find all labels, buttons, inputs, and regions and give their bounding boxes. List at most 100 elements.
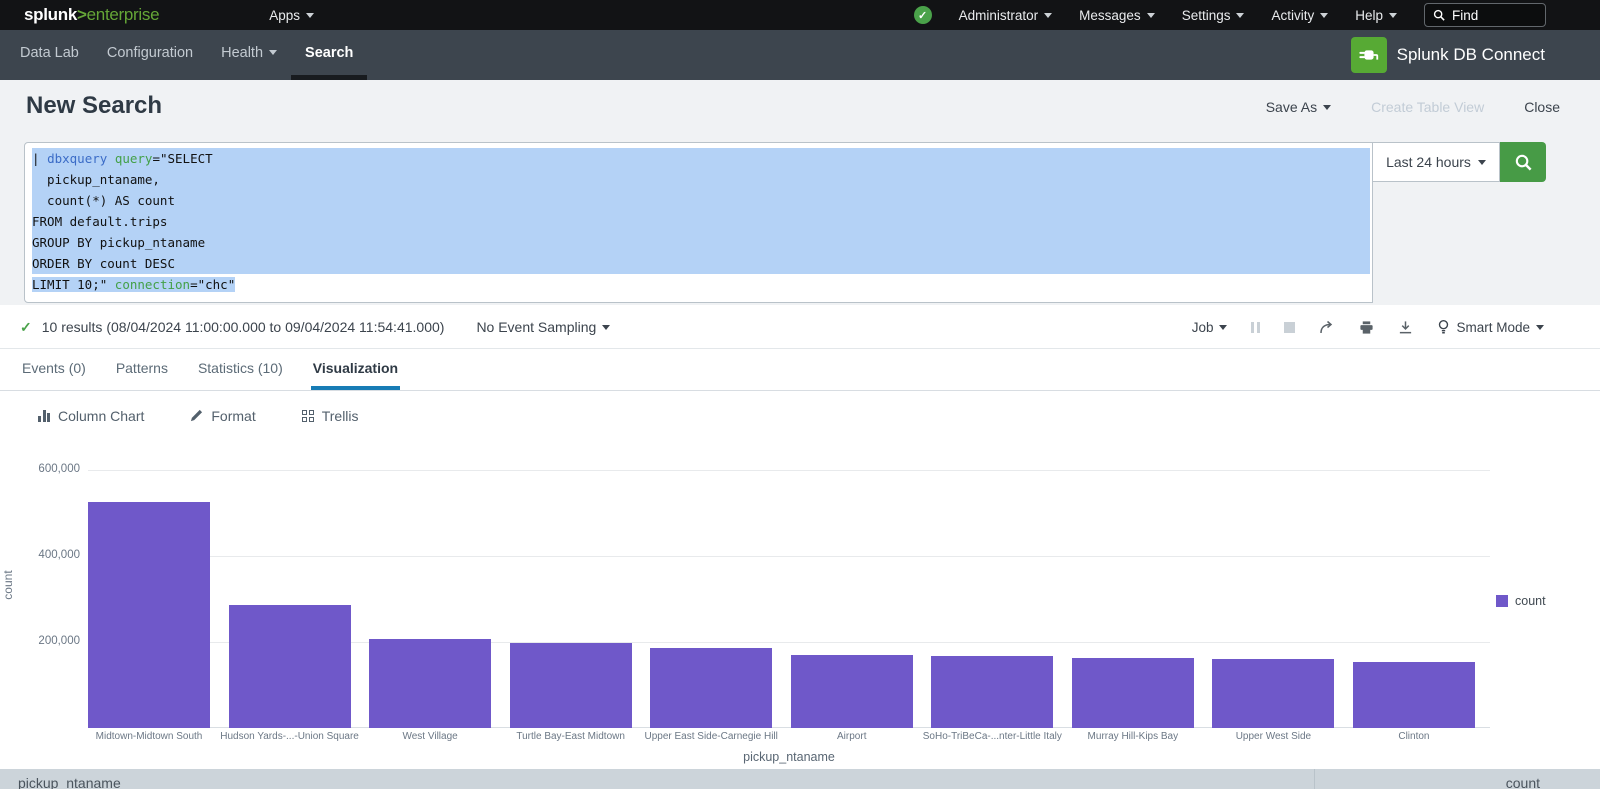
- apps-menu[interactable]: Apps: [269, 8, 314, 23]
- x-axis-category-label: Airport: [777, 731, 927, 742]
- legend-item-count[interactable]: count: [1496, 594, 1546, 608]
- chart-bar[interactable]: [650, 648, 772, 728]
- activity-menu[interactable]: Activity: [1271, 8, 1328, 23]
- db-connect-plug-icon: [1351, 37, 1387, 73]
- chart-gridline: [88, 470, 1490, 471]
- y-axis-tick-label: 400,000: [18, 549, 80, 561]
- results-action-bar: ✓ 10 results (08/04/2024 11:00:00.000 to…: [0, 305, 1600, 349]
- run-search-button[interactable]: [1500, 142, 1546, 182]
- chevron-down-icon: [269, 50, 277, 55]
- results-tabs: Events (0) Patterns Statistics (10) Visu…: [0, 349, 1600, 391]
- x-axis-title: pickup_ntaname: [639, 750, 939, 764]
- create-table-view-button[interactable]: Create Table View: [1371, 99, 1484, 115]
- chart-bar[interactable]: [1212, 659, 1334, 728]
- app-nav-bar: Data Lab Configuration Health Search Spl…: [0, 30, 1600, 80]
- chevron-down-icon: [1478, 160, 1486, 165]
- chevron-down-icon: [1320, 13, 1328, 18]
- close-button[interactable]: Close: [1524, 99, 1560, 115]
- tab-statistics[interactable]: Statistics (10): [196, 349, 285, 390]
- search-query-text: | dbxquery query="SELECT pickup_ntaname,…: [32, 148, 1370, 295]
- x-axis-category-label: Upper West Side: [1198, 731, 1348, 742]
- x-axis-category-label: Murray Hill-Kips Bay: [1058, 731, 1208, 742]
- x-axis-category-label: West Village: [355, 731, 505, 742]
- chevron-down-icon: [1323, 105, 1331, 110]
- chevron-down-icon: [1389, 13, 1397, 18]
- chart-bar[interactable]: [1072, 658, 1194, 728]
- tab-visualization[interactable]: Visualization: [311, 349, 400, 390]
- nav-item-configuration[interactable]: Configuration: [93, 30, 207, 80]
- job-menu[interactable]: Job: [1192, 320, 1228, 335]
- y-axis-tick-label: 600,000: [18, 463, 80, 475]
- results-count-text: 10 results (08/04/2024 11:00:00.000 to 0…: [42, 319, 445, 335]
- y-axis-tick-label: 200,000: [18, 635, 80, 647]
- page-title: New Search: [26, 92, 162, 120]
- stop-button[interactable]: [1284, 322, 1295, 333]
- messages-menu[interactable]: Messages: [1079, 8, 1155, 23]
- chevron-down-icon: [306, 13, 314, 18]
- save-as-button[interactable]: Save As: [1266, 99, 1331, 115]
- lightbulb-icon: [1437, 319, 1450, 335]
- results-status: ✓ 10 results (08/04/2024 11:00:00.000 to…: [20, 305, 610, 349]
- health-check-icon[interactable]: ✓: [914, 6, 932, 24]
- header-actions: Save As Create Table View Close: [1266, 99, 1560, 115]
- stop-icon: [1284, 322, 1295, 333]
- share-button[interactable]: [1319, 320, 1335, 335]
- download-icon: [1398, 320, 1413, 335]
- visualization-toolbar: Column Chart Format Trellis: [0, 391, 1600, 440]
- help-menu[interactable]: Help: [1355, 8, 1397, 23]
- settings-menu[interactable]: Settings: [1182, 8, 1245, 23]
- chart-bar[interactable]: [1353, 662, 1475, 728]
- chart-gridline: [88, 556, 1490, 557]
- pause-button[interactable]: [1251, 322, 1260, 333]
- search-icon: [1514, 153, 1533, 172]
- chevron-down-icon: [1044, 13, 1052, 18]
- splunk-search-page: splunk>enterprise Apps ✓ Administrator M…: [0, 0, 1600, 789]
- legend-swatch: [1496, 595, 1508, 607]
- print-button[interactable]: [1359, 320, 1374, 335]
- statistics-table-header: pickup_ntaname count: [0, 769, 1600, 789]
- printer-icon: [1359, 320, 1374, 335]
- column-header-count[interactable]: count: [1506, 775, 1540, 789]
- tab-patterns[interactable]: Patterns: [114, 349, 170, 390]
- splunk-logo[interactable]: splunk>enterprise: [24, 5, 159, 25]
- find-search-input[interactable]: Find: [1424, 3, 1546, 27]
- chart-type-picker[interactable]: Column Chart: [38, 408, 144, 424]
- y-axis-title: count: [1, 555, 15, 615]
- chart-bar[interactable]: [931, 656, 1053, 728]
- column-header-pickup-ntaname[interactable]: pickup_ntaname: [18, 775, 121, 789]
- nav-item-search[interactable]: Search: [291, 30, 367, 80]
- chevron-down-icon: [1536, 325, 1544, 330]
- x-axis-category-label: Midtown-Midtown South: [74, 731, 224, 742]
- pause-icon: [1251, 322, 1260, 333]
- x-axis-category-label: Hudson Yards-...-Union Square: [215, 731, 365, 742]
- trellis-menu[interactable]: Trellis: [302, 408, 359, 424]
- x-axis-category-label: Upper East Side-Carnegie Hill: [636, 731, 786, 742]
- time-range-picker[interactable]: Last 24 hours: [1373, 142, 1500, 182]
- search-icon: [1433, 9, 1445, 21]
- chart-bar[interactable]: [791, 655, 913, 728]
- administrator-menu[interactable]: Administrator: [959, 8, 1053, 23]
- trellis-grid-icon: [302, 410, 314, 422]
- nav-item-health[interactable]: Health: [207, 30, 291, 80]
- search-query-input[interactable]: | dbxquery query="SELECT pickup_ntaname,…: [24, 142, 1373, 303]
- x-axis-category-label: Clinton: [1339, 731, 1489, 742]
- chart-bar[interactable]: [369, 639, 491, 728]
- column-chart-icon: [38, 410, 50, 422]
- results-check-icon: ✓: [20, 319, 32, 336]
- chevron-down-icon: [1219, 325, 1227, 330]
- x-axis-category-label: SoHo-TriBeCa-...nter-Little Italy: [917, 731, 1067, 742]
- app-home-link[interactable]: Splunk DB Connect: [1351, 30, 1545, 80]
- nav-item-data-lab[interactable]: Data Lab: [6, 30, 93, 80]
- chart-bar[interactable]: [88, 502, 210, 728]
- event-sampling-dropdown[interactable]: No Event Sampling: [476, 319, 610, 335]
- tab-events[interactable]: Events (0): [20, 349, 88, 390]
- column-divider: [1314, 769, 1315, 789]
- splunk-top-bar: splunk>enterprise Apps ✓ Administrator M…: [0, 0, 1600, 30]
- search-mode-menu[interactable]: Smart Mode: [1437, 319, 1544, 335]
- pencil-icon: [190, 409, 203, 422]
- chart-bar[interactable]: [510, 643, 632, 728]
- format-menu[interactable]: Format: [190, 408, 255, 424]
- chart-bar[interactable]: [229, 605, 351, 728]
- export-button[interactable]: [1398, 320, 1413, 335]
- chevron-down-icon: [1236, 13, 1244, 18]
